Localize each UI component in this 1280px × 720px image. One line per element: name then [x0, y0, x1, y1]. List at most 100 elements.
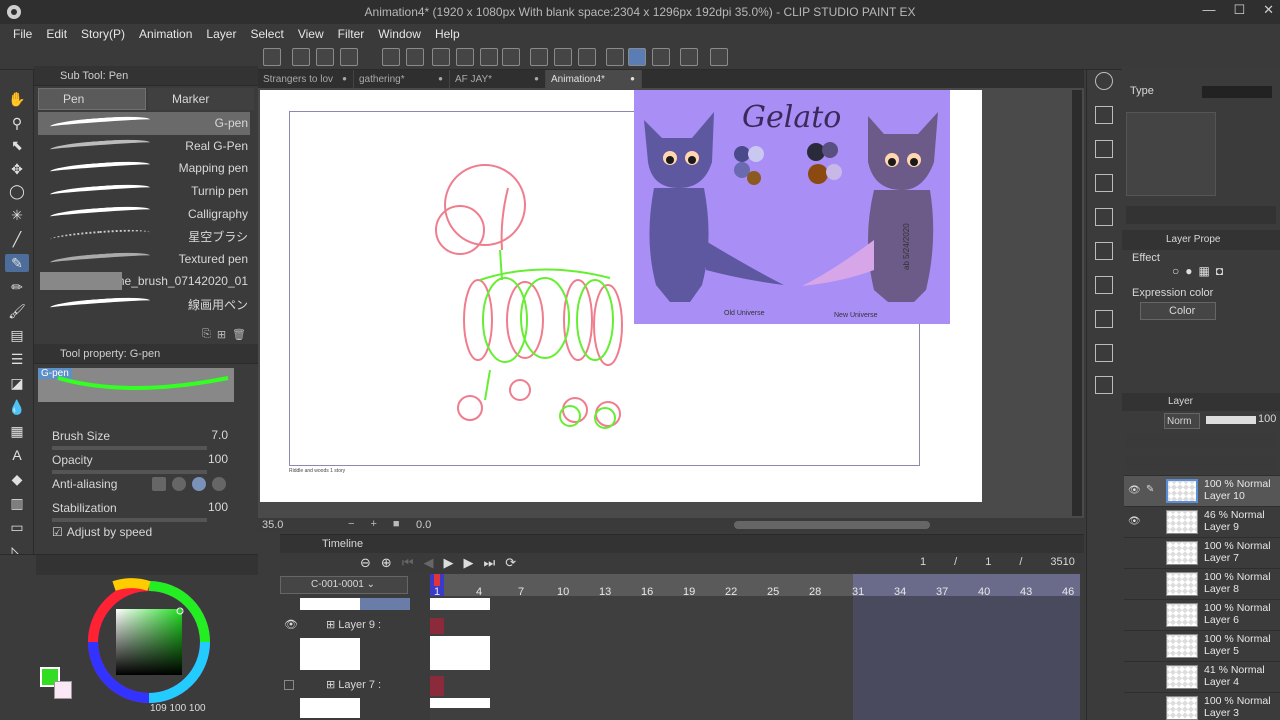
zoom-value[interactable]: 35.0 [262, 519, 283, 531]
extract-line-icon[interactable]: ◘ [1216, 264, 1223, 278]
save-icon[interactable] [340, 48, 358, 66]
pen-tool-icon[interactable]: ✎ [5, 254, 29, 272]
menu-story[interactable]: Story(P) [74, 27, 132, 41]
eyedropper-icon[interactable]: ╱ [8, 230, 26, 248]
new-file-icon[interactable] [292, 48, 310, 66]
brush-item-real-g-pen[interactable]: Real G-Pen [38, 135, 250, 158]
aa-medium-icon[interactable] [192, 477, 206, 491]
layer-eye-icon[interactable]: 👁 [1128, 485, 1141, 496]
doc-tab-strangers[interactable]: Strangers to lov ● [258, 70, 354, 88]
menu-edit[interactable]: Edit [39, 27, 74, 41]
layer-row-9[interactable]: 👁 46 % Normal Layer 9 [1124, 506, 1280, 537]
rotation-value[interactable]: 0.0 [416, 519, 431, 531]
expression-color-select[interactable]: Color [1140, 302, 1216, 320]
zoom-in-timeline-icon[interactable]: ⊕ [381, 555, 392, 571]
stabilization-value[interactable]: 100 [208, 500, 228, 514]
doc-tab-animation4[interactable]: Animation4* ● [546, 70, 642, 88]
brush-size-row[interactable]: Brush Size 7.0 [34, 424, 258, 450]
menu-layer[interactable]: Layer [199, 27, 243, 41]
color-wheel[interactable] [84, 577, 214, 707]
open-folder-icon[interactable] [316, 48, 334, 66]
snap-special-ruler-icon[interactable] [628, 48, 646, 66]
crop-icon[interactable] [502, 48, 520, 66]
new-subtool-icon[interactable]: ⊞ [217, 328, 226, 341]
brush-item-star-brush[interactable]: 星空ブラシ [38, 225, 250, 248]
blend-mode-select[interactable]: Norm [1164, 413, 1200, 429]
zoom-in-icon[interactable]: + [370, 518, 376, 530]
clear-icon[interactable] [432, 48, 450, 66]
maximize-button[interactable]: ☐ [1233, 2, 1245, 18]
tone-icon[interactable]: ▦ [1199, 264, 1210, 278]
layer-eye-icon[interactable]: 👁 [1128, 516, 1141, 527]
canvas-paper[interactable]: Riddle and woods 1 story Gelato Old Univ… [260, 90, 982, 502]
layer-row-10[interactable]: 👁 ✎ 100 % Normal Layer 10 [1124, 475, 1280, 506]
layer-row-5[interactable]: 100 % Normal Layer 5 [1124, 630, 1280, 661]
layer-row-4[interactable]: 41 % Normal Layer 4 [1124, 661, 1280, 692]
layer-row-7[interactable]: 100 % Normal Layer 7 [1124, 537, 1280, 568]
brush-item-lineart-pen[interactable]: 線画用ペン [38, 293, 250, 316]
lasso-icon[interactable]: ◯ [8, 182, 26, 200]
brush-item-mine-brush[interactable]: mine_brush_07142020_01 [38, 270, 250, 293]
layer-row-8[interactable]: 100 % Normal Layer 8 [1124, 568, 1280, 599]
layer-color-icon[interactable]: ● [1185, 264, 1192, 278]
menu-view[interactable]: View [291, 27, 331, 41]
invert-selection-icon[interactable] [554, 48, 572, 66]
antialiasing-row[interactable]: Anti-aliasing [34, 472, 258, 496]
opacity-value[interactable]: 100 [208, 452, 228, 466]
menu-file[interactable]: File [6, 27, 39, 41]
tab-marker[interactable]: Marker [148, 88, 254, 110]
layer9-eye-icon[interactable]: 👁 [284, 618, 298, 631]
undo-icon[interactable] [382, 48, 400, 66]
tab-pen[interactable]: Pen [38, 88, 146, 110]
doc-tab-af-jay[interactable]: AF JAY* ● [450, 70, 546, 88]
frame-border-icon[interactable]: ▭ [8, 518, 26, 536]
adjust-speed-row[interactable]: ☑ Adjust by speed [34, 520, 258, 544]
opacity-row[interactable]: Opacity 100 [34, 448, 258, 474]
material-5-icon[interactable] [1095, 276, 1113, 294]
document-icon[interactable] [680, 48, 698, 66]
type-dropdown[interactable] [1202, 86, 1272, 98]
show-selection-icon[interactable] [578, 48, 596, 66]
material-4-icon[interactable] [1095, 242, 1113, 260]
layer-row-3[interactable]: 100 % Normal Layer 3 [1124, 692, 1280, 720]
menu-filter[interactable]: Filter [331, 27, 372, 41]
eraser-icon[interactable]: ◪ [8, 374, 26, 392]
hand-icon[interactable]: ✋ [8, 90, 26, 108]
sub-color-large[interactable] [54, 681, 72, 699]
gradient-icon[interactable]: ▥ [8, 494, 26, 512]
aa-strong-icon[interactable] [212, 477, 226, 491]
brush-item-calligraphy[interactable]: Calligraphy [38, 202, 250, 225]
zoom-icon[interactable]: ⚲ [8, 114, 26, 132]
help-icon[interactable] [710, 48, 728, 66]
minimize-button[interactable]: — [1202, 2, 1215, 18]
duplicate-subtool-icon[interactable]: ⎘ [202, 328, 211, 341]
figure-icon[interactable]: ▦ [8, 422, 26, 440]
sub-view-icon[interactable] [1095, 106, 1113, 124]
brush-item-mapping-pen[interactable]: Mapping pen [38, 157, 250, 180]
doc-tab-gathering[interactable]: gathering* ● [354, 70, 450, 88]
delete-subtool-icon[interactable]: 🗑 [232, 328, 246, 341]
layer-edit-pen-icon[interactable]: ✎ [1146, 484, 1154, 495]
redo-icon[interactable] [406, 48, 424, 66]
play-icon[interactable]: ▶ [444, 555, 454, 571]
brush-size-value[interactable]: 7.0 [211, 428, 228, 442]
aa-none-icon[interactable] [152, 477, 166, 491]
deselect-icon[interactable] [530, 48, 548, 66]
zoom-out-timeline-icon[interactable]: ⊖ [360, 555, 371, 571]
zoom-out-icon[interactable]: − [348, 518, 354, 530]
snap-ruler-icon[interactable] [606, 48, 624, 66]
next-frame-icon[interactable]: ▶ [464, 555, 474, 571]
first-frame-icon[interactable]: ⏮ [402, 555, 414, 571]
timeline-layer-7[interactable]: ⊞ Layer 7 : [326, 678, 381, 691]
close-button[interactable]: ✕ [1263, 2, 1274, 18]
brush-icon[interactable]: 🖌 [8, 302, 26, 320]
fill-bucket-icon[interactable]: ◆ [8, 470, 26, 488]
layer-opacity-value[interactable]: 100 [1258, 413, 1276, 425]
prev-frame-icon[interactable]: ◀ [424, 555, 434, 571]
layer-row-6[interactable]: 100 % Normal Layer 6 [1124, 599, 1280, 630]
airbrush-icon[interactable]: ▤ [8, 326, 26, 344]
material-3-icon[interactable] [1095, 208, 1113, 226]
clip-studio-icon[interactable] [263, 48, 281, 66]
material-8-icon[interactable] [1095, 376, 1113, 394]
adjust-speed-checkbox[interactable]: ☑ [52, 525, 63, 539]
